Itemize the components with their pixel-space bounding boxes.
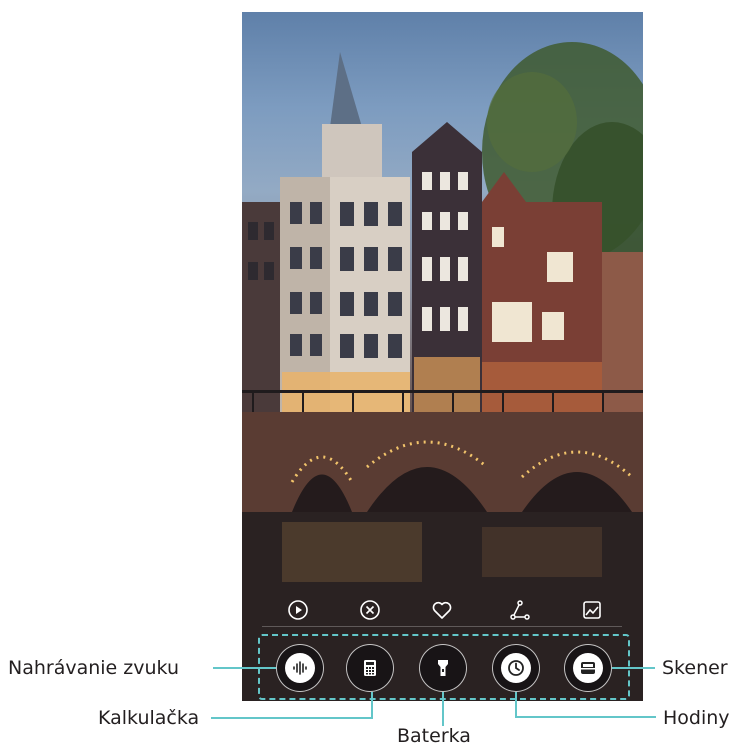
calculator-icon bbox=[364, 660, 376, 676]
calculator-button[interactable] bbox=[346, 644, 394, 692]
clock-icon bbox=[508, 660, 524, 676]
scanner-button[interactable] bbox=[564, 644, 612, 692]
callout-sound-recorder-label: Nahrávanie zvuku bbox=[8, 657, 180, 679]
shortcut-divider bbox=[262, 626, 622, 627]
callout-clock-label: Hodiny bbox=[663, 707, 730, 729]
play-circle-icon bbox=[288, 600, 308, 620]
callout-flashlight-label: Baterka bbox=[397, 725, 471, 747]
gallery-button[interactable] bbox=[576, 594, 608, 626]
heart-icon bbox=[432, 601, 452, 619]
callout-calculator-label: Kalkulačka bbox=[98, 707, 200, 729]
play-button[interactable] bbox=[282, 594, 314, 626]
flashlight-icon bbox=[438, 660, 448, 676]
clock-button[interactable] bbox=[492, 644, 540, 692]
lock-screen bbox=[242, 12, 643, 701]
gallery-icon bbox=[583, 601, 601, 619]
favorite-button[interactable] bbox=[426, 594, 458, 626]
share-icon bbox=[510, 600, 530, 620]
close-circle-icon bbox=[360, 600, 380, 620]
scanner-icon bbox=[581, 662, 595, 674]
sound-recorder-icon bbox=[293, 661, 307, 675]
dislike-button[interactable] bbox=[354, 594, 386, 626]
share-button[interactable] bbox=[504, 594, 536, 626]
flashlight-button[interactable] bbox=[419, 644, 467, 692]
sound-recorder-button[interactable] bbox=[276, 644, 324, 692]
callout-scanner-label: Skener bbox=[662, 657, 728, 679]
